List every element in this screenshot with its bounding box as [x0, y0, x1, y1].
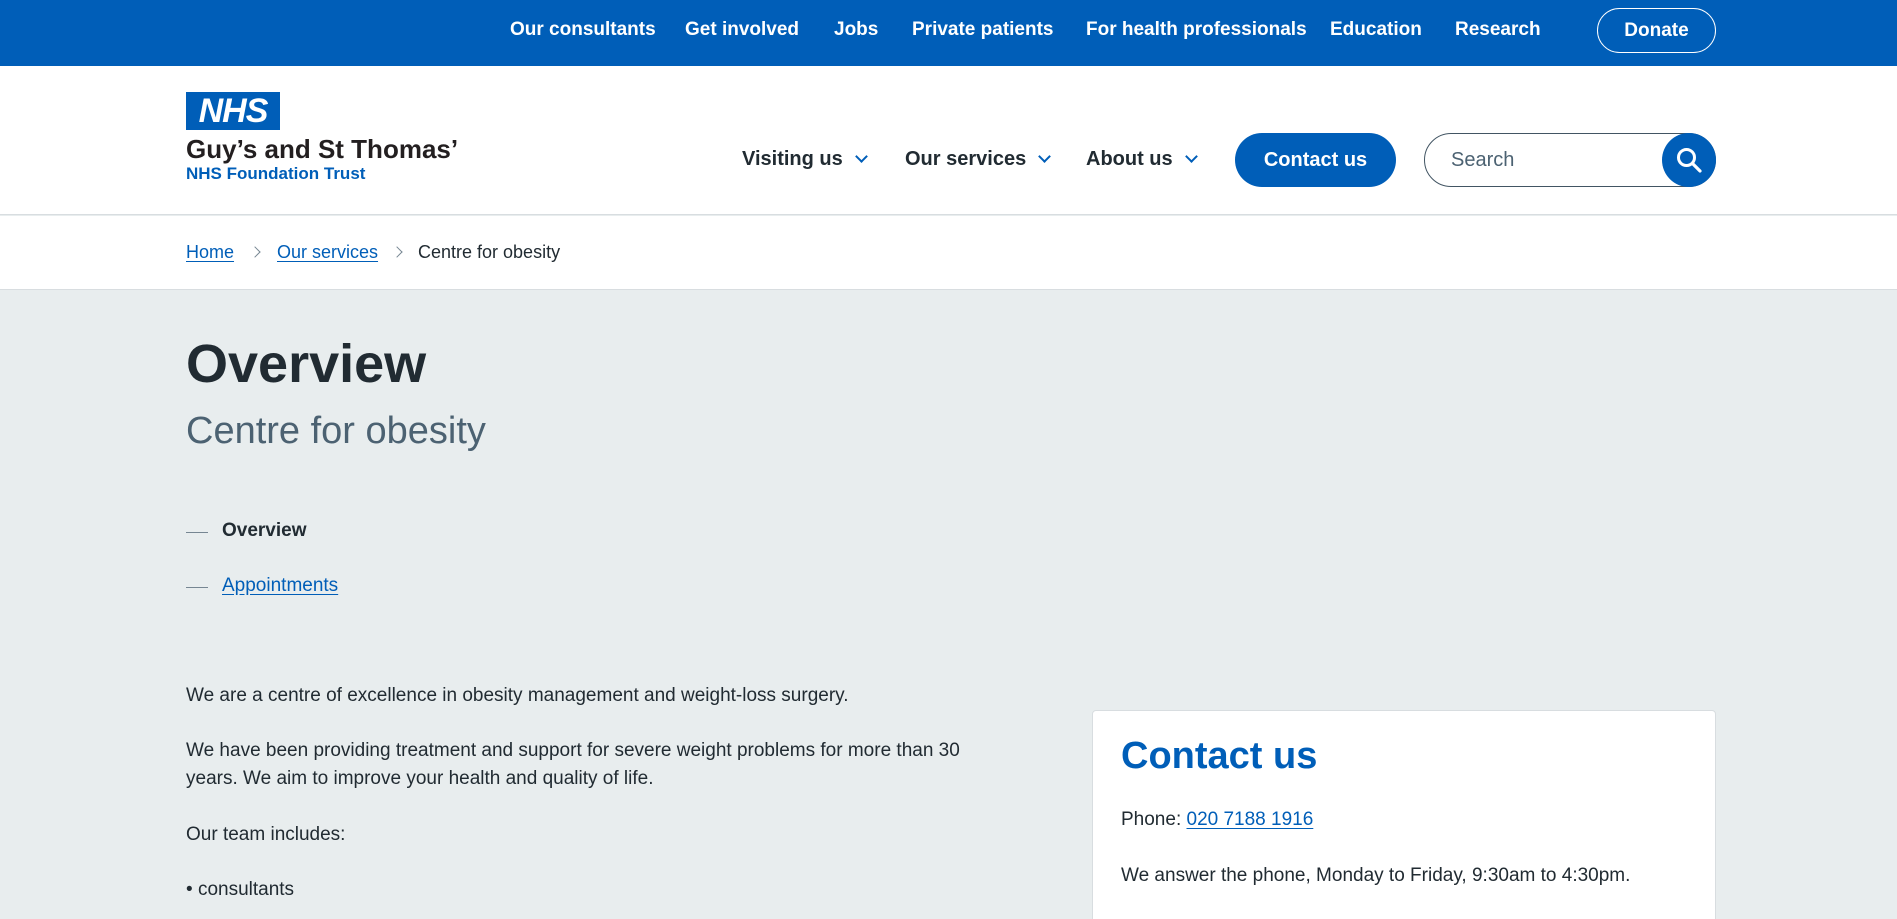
contents-dash [186, 532, 208, 533]
topnav-get-involved[interactable]: Get involved [685, 19, 799, 41]
nav-visiting-us[interactable]: Visiting us [742, 148, 868, 171]
nav-about-us[interactable]: About us [1086, 148, 1198, 171]
contents-dash [186, 587, 208, 588]
nav-about-us-label: About us [1086, 148, 1173, 170]
contact-phone-link[interactable]: 020 7188 1916 [1187, 809, 1314, 830]
organisation-name[interactable]: Guy’s and St Thomas’ [186, 134, 458, 165]
contents-appointments-link[interactable]: Appointments [222, 575, 338, 597]
chevron-down-icon [1184, 150, 1198, 163]
intro-paragraph: We are a centre of excellence in obesity… [186, 685, 849, 706]
chevron-down-icon [854, 150, 868, 163]
breadcrumb-our-services[interactable]: Our services [277, 242, 378, 263]
topnav-jobs[interactable]: Jobs [834, 19, 878, 41]
contact-us-button[interactable]: Contact us [1235, 133, 1396, 187]
chevron-right-icon [249, 246, 261, 258]
chevron-down-icon [1038, 150, 1052, 163]
breadcrumb: Home Our services Centre for obesity [0, 216, 1897, 290]
topnav-our-consultants[interactable]: Our consultants [510, 19, 656, 41]
list-item: • consultants [186, 879, 294, 901]
search-input[interactable] [1451, 146, 1641, 174]
topnav-private-patients[interactable]: Private patients [912, 19, 1054, 41]
nav-our-services[interactable]: Our services [905, 148, 1052, 171]
topnav-education[interactable]: Education [1330, 19, 1422, 41]
team-item-label: consultants [197, 879, 295, 900]
nav-our-services-label: Our services [905, 148, 1027, 170]
search-button[interactable] [1662, 133, 1716, 187]
donate-button[interactable]: Donate [1597, 8, 1716, 53]
contact-hours: We answer the phone, Monday to Friday, 9… [1121, 865, 1631, 886]
nhs-logo[interactable]: NHS [186, 92, 280, 130]
contact-card: Contact us Phone: 020 7188 1916 We answe… [1092, 710, 1716, 919]
contact-phone: Phone: 020 7188 1916 [1121, 809, 1313, 831]
search-icon [1677, 148, 1702, 173]
nav-visiting-us-label: Visiting us [742, 148, 843, 170]
contact-card-title: Contact us [1121, 735, 1318, 777]
bullet-icon: • [186, 879, 198, 900]
topnav-health-professionals[interactable]: For health professionals [1086, 19, 1307, 41]
breadcrumb-current: Centre for obesity [418, 242, 561, 262]
breadcrumb-home[interactable]: Home [186, 242, 234, 263]
contact-phone-label: Phone: [1121, 809, 1187, 830]
topnav-research[interactable]: Research [1455, 19, 1541, 41]
organisation-subtitle: NHS Foundation Trust [186, 164, 366, 183]
contents-overview: Overview [222, 520, 307, 541]
top-utility-bar: Our consultants Get involved Jobs Privat… [0, 0, 1897, 66]
page-subtitle: Centre for obesity [186, 410, 486, 452]
chevron-right-icon [391, 246, 403, 258]
page-title: Overview [186, 334, 427, 394]
team-intro: Our team includes: [186, 824, 346, 845]
history-paragraph: We have been providing treatment and sup… [186, 740, 960, 789]
